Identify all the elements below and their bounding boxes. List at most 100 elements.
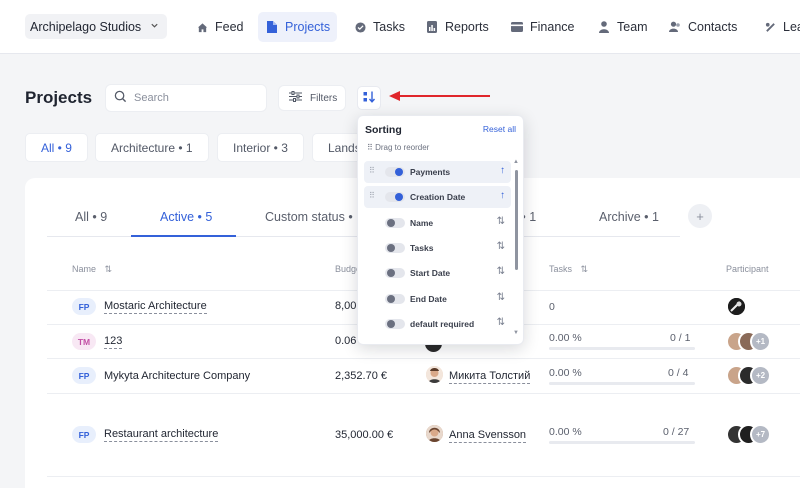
workspace-name: Archipelago Studios [30, 19, 142, 34]
drag-hint-text: Drag to reorder [375, 143, 430, 152]
sort-option-name[interactable]: Name ⇅ [364, 212, 511, 234]
sort-direction-icon[interactable]: ↑ [500, 165, 505, 176]
sort-toggle[interactable] [385, 243, 405, 253]
search-input[interactable] [134, 92, 254, 104]
nav-item-team[interactable]: Team [590, 12, 655, 42]
sort-option-default-required[interactable]: default required ⇅ [364, 313, 511, 335]
nav-item-label: Contacts [688, 20, 738, 34]
project-name-link[interactable]: Mykyta Architecture Company [104, 370, 250, 383]
progress-percent: 0.00 % [549, 426, 582, 438]
sort-option-tasks[interactable]: Tasks ⇅ [364, 237, 511, 259]
sort-option-end-date[interactable]: End Date ⇅ [364, 288, 511, 310]
nav-item-contacts[interactable]: Contacts [661, 12, 744, 42]
drag-handle-icon[interactable]: ⠿ [369, 166, 375, 175]
drag-handle-icon[interactable]: ⠿ [369, 191, 375, 200]
sort-toggle[interactable] [385, 192, 405, 202]
scroll-down-icon[interactable]: ▼ [513, 330, 519, 336]
chevron-down-icon [150, 21, 159, 32]
sort-toggle[interactable] [385, 319, 405, 329]
nav-item-label: Finance [530, 20, 575, 34]
project-badge: FP [72, 298, 96, 315]
nav-item-label: Lea [783, 20, 800, 34]
sort-toggle[interactable] [385, 167, 405, 177]
progress-bar [549, 441, 695, 444]
chip-label: Architecture • 1 [111, 140, 193, 155]
manager-name[interactable]: Anna Svensson [449, 429, 527, 443]
report-icon [425, 21, 439, 33]
project-budget: 0.06 [335, 335, 357, 347]
check-circle-icon [353, 21, 367, 33]
reset-all-link[interactable]: Reset all [483, 124, 516, 134]
sort-option-label: Creation Date [410, 192, 466, 202]
nav-item-finance[interactable]: Finance [503, 12, 581, 42]
nav-item-label: Reports [445, 20, 489, 34]
more-participants-badge[interactable]: +1 [750, 331, 771, 352]
manager-name[interactable]: Микита Толстий [449, 370, 531, 384]
sort-direction-icon[interactable]: ↑ [500, 190, 505, 201]
category-chip-all[interactable]: All • 9 [25, 133, 88, 162]
tab-all[interactable]: All • 9 [75, 210, 107, 224]
nav-item-label: Projects [285, 20, 331, 34]
filters-button[interactable]: Filters [278, 85, 346, 111]
row-divider [47, 358, 800, 359]
nav-item-leads[interactable]: Lea [756, 12, 800, 42]
sort-option-label: Start Date [410, 268, 451, 278]
sort-toggle[interactable] [385, 268, 405, 278]
category-chip-interior[interactable]: Interior • 3 [217, 133, 304, 162]
finance-icon [510, 22, 524, 32]
nav-item-feed[interactable]: Feed [188, 12, 251, 42]
sort-option-payments[interactable]: ⠿ Payments ↑ [364, 161, 511, 183]
sort-option-creation-date[interactable]: ⠿ Creation Date ↑ [364, 186, 511, 208]
search-box[interactable] [105, 84, 267, 112]
column-header-tasks[interactable]: Tasks ⇅ [549, 264, 588, 275]
column-header-name[interactable]: Name ⇅ [72, 264, 112, 275]
drag-hint: ⠿ Drag to reorder [367, 143, 429, 152]
nav-item-tasks[interactable]: Tasks [346, 12, 412, 42]
sort-button[interactable] [357, 86, 381, 110]
active-tab-indicator [131, 235, 236, 237]
category-chip-architecture[interactable]: Architecture • 1 [95, 133, 209, 162]
row-divider [47, 393, 800, 394]
manager-avatar [424, 364, 445, 385]
manager-avatar [424, 423, 445, 444]
project-budget: 35,000.00 € [335, 429, 394, 441]
chip-label: Lands [328, 140, 361, 155]
sort-direction-icon[interactable]: ⇅ [497, 216, 505, 227]
tab-custom-status[interactable]: Custom status • 1 [265, 210, 363, 224]
project-name-link[interactable]: Mostaric Architecture [104, 300, 207, 314]
chip-label: All • 9 [41, 140, 72, 155]
nav-item-reports[interactable]: Reports [418, 12, 496, 42]
progress-bar [549, 347, 695, 350]
participant-avatar[interactable] [726, 296, 747, 317]
task-fraction: 0 / 4 [668, 367, 689, 379]
project-badge: FP [72, 367, 96, 384]
scroll-up-icon[interactable]: ▲ [513, 159, 519, 165]
leads-icon [763, 22, 777, 33]
more-participants-badge[interactable]: +7 [750, 424, 771, 445]
sort-arrows-icon: ⇅ [580, 264, 589, 274]
plus-icon: + [696, 208, 704, 224]
sort-direction-icon[interactable]: ⇅ [497, 292, 505, 303]
sort-toggle[interactable] [385, 218, 405, 228]
column-label: Tasks [549, 264, 573, 274]
sort-option-start-date[interactable]: Start Date ⇅ [364, 262, 511, 284]
add-tab-button[interactable]: + [688, 204, 712, 228]
task-fraction: 0 / 1 [670, 332, 691, 344]
workspace-selector[interactable]: Archipelago Studios [25, 14, 167, 39]
sort-toggle[interactable] [385, 294, 405, 304]
project-name-link[interactable]: 123 [104, 335, 123, 349]
sorting-popup: Sorting Reset all ⠿ Drag to reorder ⠿ Pa… [357, 115, 524, 345]
nav-item-projects[interactable]: Projects [258, 12, 338, 42]
tab-active[interactable]: Active • 5 [160, 210, 212, 224]
task-count: 0 [549, 301, 555, 313]
more-participants-badge[interactable]: +2 [750, 365, 771, 386]
sort-direction-icon[interactable]: ⇅ [497, 266, 505, 277]
sort-direction-icon[interactable]: ⇅ [497, 241, 505, 252]
sort-direction-icon[interactable]: ⇅ [497, 317, 505, 328]
grip-icon: ⠿ [367, 143, 373, 152]
project-name-link[interactable]: Restaurant architecture [104, 428, 219, 442]
project-badge: FP [72, 426, 96, 443]
popup-scrollbar[interactable] [515, 170, 518, 270]
tab-archive[interactable]: Archive • 1 [599, 210, 659, 224]
progress-percent: 0.00 % [549, 332, 582, 344]
